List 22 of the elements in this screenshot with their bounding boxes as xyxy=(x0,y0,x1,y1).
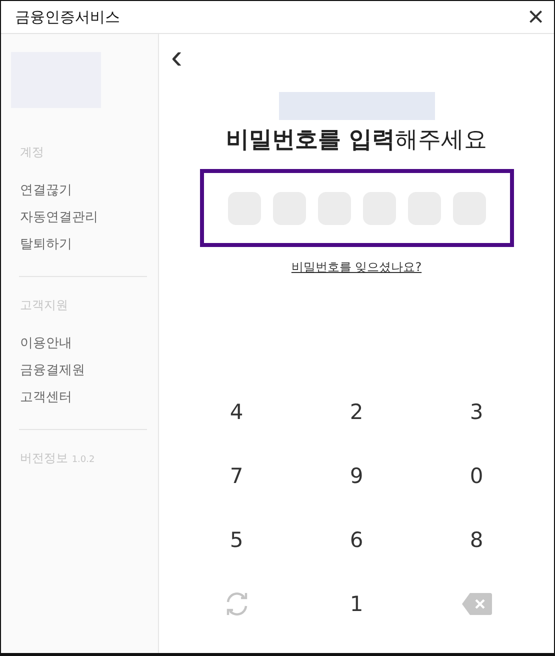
sidebar-item[interactable]: 연결끊기 xyxy=(11,177,138,204)
close-button[interactable]: × xyxy=(528,3,544,31)
sidebar-item[interactable]: 탈퇴하기 xyxy=(11,231,138,258)
digit-key[interactable]: 4 xyxy=(220,396,254,428)
backspace-icon xyxy=(460,592,492,616)
digit-key[interactable]: 0 xyxy=(460,460,494,492)
digit-key[interactable]: 9 xyxy=(340,460,374,492)
sidebar-item[interactable]: 자동연결관리 xyxy=(11,204,138,231)
digit-key[interactable]: 1 xyxy=(340,588,374,620)
back-button[interactable]: ‹ xyxy=(171,40,182,74)
digit-key[interactable]: 3 xyxy=(460,396,494,428)
sidebar-item[interactable]: 금융결제원 고객센터 xyxy=(11,357,138,411)
digit-key[interactable]: 6 xyxy=(340,524,374,556)
digit-key[interactable]: 7 xyxy=(220,460,254,492)
window-title: 금융인증서비스 xyxy=(15,8,120,26)
heading: 비밀번호를 입력해주세요 xyxy=(226,126,487,155)
forgot-password-link[interactable]: 비밀번호를 잊으셨나요? xyxy=(291,259,422,276)
digit-key[interactable]: 8 xyxy=(460,524,494,556)
pin-field[interactable] xyxy=(200,169,514,247)
digit-key[interactable]: 5 xyxy=(220,524,254,556)
sidebar-item[interactable]: 이용안내 xyxy=(11,330,138,357)
digit-key[interactable]: 2 xyxy=(340,396,374,428)
